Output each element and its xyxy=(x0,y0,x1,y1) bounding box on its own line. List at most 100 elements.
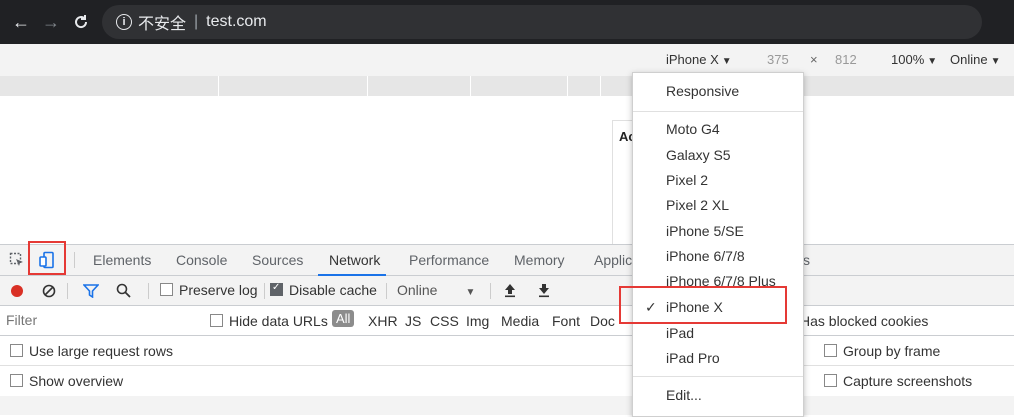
checkbox-icon xyxy=(824,374,837,387)
show-overview-checkbox[interactable]: Show overview xyxy=(10,373,123,389)
menu-item-edit[interactable]: Edit... xyxy=(666,387,702,403)
menu-item-pixel-2[interactable]: Pixel 2 xyxy=(666,172,708,188)
checkbox-icon xyxy=(210,314,223,327)
filter-icon[interactable] xyxy=(82,284,100,301)
tab-overflow[interactable]: s xyxy=(803,252,810,268)
throttle-label: Online xyxy=(950,52,988,67)
menu-item-galaxy-s5[interactable]: Galaxy S5 xyxy=(666,147,731,163)
zoom-select[interactable]: 100% ▼ xyxy=(891,52,937,67)
checkbox-icon xyxy=(160,283,173,296)
filter-type-js[interactable]: JS xyxy=(405,313,421,329)
highlight-device-toggle xyxy=(28,241,66,275)
group-by-frame-checkbox[interactable]: Group by frame xyxy=(824,343,940,359)
toolbar-separator xyxy=(148,283,149,299)
group-by-frame-label: Group by frame xyxy=(843,343,941,359)
toolbar-separator xyxy=(67,283,68,299)
devtools-tabbar: Elements Console Sources Network Perform… xyxy=(0,244,1014,276)
media-query-ruler xyxy=(0,76,1014,96)
filter-type-media[interactable]: Media xyxy=(501,313,539,329)
height-input[interactable]: 812 xyxy=(835,52,857,67)
info-icon[interactable]: i xyxy=(116,14,132,30)
inspect-element-icon[interactable] xyxy=(6,249,28,271)
large-rows-checkbox[interactable]: Use large request rows xyxy=(10,343,173,359)
menu-item-ipad-pro[interactable]: iPad Pro xyxy=(666,350,720,366)
tab-network[interactable]: Network xyxy=(329,252,380,268)
device-select[interactable]: iPhone X ▼ xyxy=(666,52,732,67)
menu-divider xyxy=(633,111,803,112)
network-toolbar: Preserve log Disable cache Online ▼ xyxy=(0,276,1014,306)
tab-console[interactable]: Console xyxy=(176,252,227,268)
import-har-icon[interactable] xyxy=(503,282,517,301)
menu-item-iphone-6-7-8[interactable]: iPhone 6/7/8 xyxy=(666,248,745,264)
ruler-divider xyxy=(367,76,368,96)
tab-performance[interactable]: Performance xyxy=(409,252,489,268)
tab-sources[interactable]: Sources xyxy=(252,252,303,268)
menu-item-moto-g4[interactable]: Moto G4 xyxy=(666,121,720,137)
filter-type-all[interactable]: All xyxy=(332,310,355,327)
network-throttle-label: Online xyxy=(397,282,438,298)
checkbox-icon xyxy=(10,374,23,387)
caret-down-icon: ▼ xyxy=(721,56,732,67)
ruler-divider xyxy=(218,76,219,96)
preserve-log-label: Preserve log xyxy=(179,282,258,298)
menu-item-ipad[interactable]: iPad xyxy=(666,325,694,341)
network-throttle-select[interactable]: Online ▼ xyxy=(397,282,475,298)
disable-cache-label: Disable cache xyxy=(289,282,377,298)
throttle-select[interactable]: Online ▼ xyxy=(950,52,1000,67)
record-icon[interactable] xyxy=(10,284,24,301)
width-input[interactable]: 375 xyxy=(767,52,789,67)
hide-data-urls-checkbox[interactable]: Hide data URLs xyxy=(210,313,328,329)
filter-type-doc[interactable]: Doc xyxy=(590,313,615,329)
menu-divider xyxy=(633,376,803,377)
tab-elements[interactable]: Elements xyxy=(93,252,151,268)
capture-screenshots-checkbox[interactable]: Capture screenshots xyxy=(824,373,972,389)
large-rows-label: Use large request rows xyxy=(29,343,173,359)
search-icon[interactable] xyxy=(116,283,131,301)
toolbar-separator xyxy=(386,283,387,299)
devtools-panel: Elements Console Sources Network Perform… xyxy=(0,244,1014,415)
ruler-divider xyxy=(567,76,568,96)
tab-application[interactable]: Applic xyxy=(594,252,632,268)
hide-data-urls-label: Hide data URLs xyxy=(229,313,328,329)
menu-item-pixel-2-xl[interactable]: Pixel 2 XL xyxy=(666,197,729,213)
preserve-log-checkbox[interactable]: Preserve log xyxy=(160,282,258,298)
dimension-separator: × xyxy=(810,52,818,67)
clear-icon[interactable] xyxy=(42,284,56,301)
filter-type-font[interactable]: Font xyxy=(552,313,580,329)
zoom-label: 100% xyxy=(891,52,925,67)
export-har-icon[interactable] xyxy=(537,282,551,301)
reload-icon[interactable] xyxy=(66,7,96,37)
address-bar[interactable]: i 不安全 | test.com xyxy=(102,5,982,39)
checkbox-icon xyxy=(824,344,837,357)
ruler-divider xyxy=(600,76,601,96)
ruler-divider xyxy=(470,76,471,96)
show-overview-label: Show overview xyxy=(29,373,124,389)
back-arrow-icon[interactable]: ← xyxy=(6,7,36,37)
filter-type-img[interactable]: Img xyxy=(466,313,489,329)
toolbar-separator xyxy=(264,283,265,299)
address-separator: | xyxy=(194,13,199,30)
security-label: 不安全 xyxy=(138,16,187,33)
toolbar-separator xyxy=(490,283,491,299)
highlight-selected-device xyxy=(619,286,787,324)
menu-item-responsive[interactable]: Responsive xyxy=(666,83,739,99)
tab-memory[interactable]: Memory xyxy=(514,252,565,268)
filter-type-xhr[interactable]: XHR xyxy=(368,313,398,329)
url-text: test.com xyxy=(206,13,267,30)
caret-down-icon: ▼ xyxy=(990,56,1001,67)
blocked-cookies-checkbox[interactable]: Has blocked cookies xyxy=(800,313,928,329)
filter-bar: Hide data URLs All XHR JS CSS Img Media … xyxy=(0,306,1014,336)
forward-arrow-icon[interactable]: → xyxy=(36,7,66,37)
device-select-label: iPhone X xyxy=(666,52,719,67)
checkbox-checked-icon xyxy=(270,282,283,296)
filter-type-css[interactable]: CSS xyxy=(430,313,459,329)
caret-down-icon: ▼ xyxy=(927,56,938,67)
browser-toolbar: ← → i 不安全 | test.com xyxy=(0,0,1014,44)
page-viewport: Ac xyxy=(0,96,1014,246)
checkbox-icon xyxy=(10,344,23,357)
disable-cache-checkbox[interactable]: Disable cache xyxy=(270,282,377,298)
tab-separator xyxy=(74,252,75,268)
menu-item-iphone-5-se[interactable]: iPhone 5/SE xyxy=(666,223,744,239)
capture-screenshots-label: Capture screenshots xyxy=(843,373,973,389)
filter-input[interactable] xyxy=(0,308,194,332)
